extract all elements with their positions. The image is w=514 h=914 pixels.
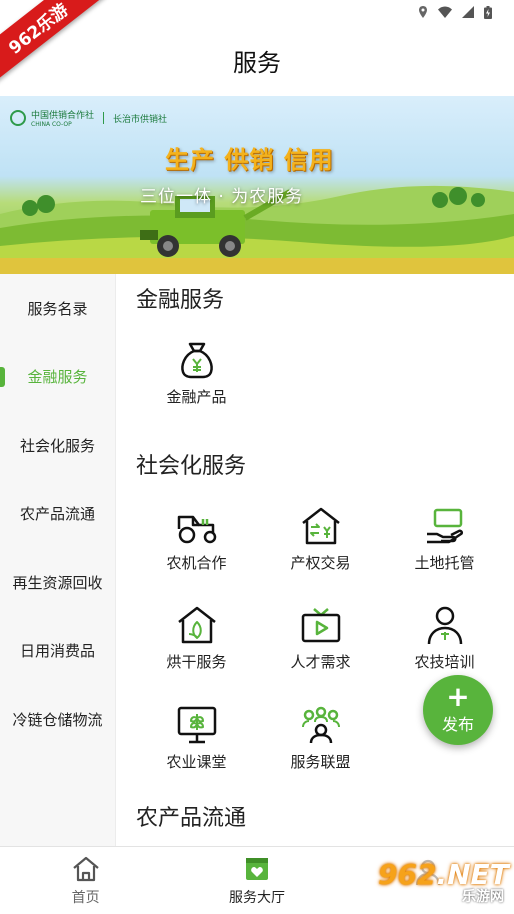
section-title-social: 社会化服务 xyxy=(136,454,247,479)
publish-label: 发布 xyxy=(441,715,474,734)
monitor-plant-icon xyxy=(175,703,219,747)
battery-icon xyxy=(484,5,492,19)
co-op-logo: 中国供销合作社 CHINA CO-OP 长治市供销社 xyxy=(10,108,167,128)
social-grid: 农机合作 产权交易 土地托管 烘干服务 人才需求 农技培训 农业课堂 服务联盟 xyxy=(136,494,514,792)
sidebar-item-circulation[interactable]: 农产品流通 xyxy=(0,480,115,549)
service-hall-icon xyxy=(245,857,268,880)
signal-icon xyxy=(462,6,474,18)
content-area: 服务名录 金融服务 社会化服务 农产品流通 再生资源回收 日用消费品 冷链仓储物… xyxy=(0,274,514,846)
property-exchange-icon xyxy=(299,504,343,548)
service-talent-demand[interactable]: 人才需求 xyxy=(257,593,384,685)
section-title-finance: 金融服务 xyxy=(136,288,225,313)
logo-subtext: CHINA CO-OP xyxy=(31,121,72,128)
sidebar-item-recycling[interactable]: 再生资源回收 xyxy=(0,548,115,617)
service-finance-products[interactable]: 金融产品 xyxy=(133,328,260,420)
group-icon xyxy=(299,703,343,747)
service-machinery-coop[interactable]: 农机合作 xyxy=(133,494,260,586)
sidebar-item-consumer-goods[interactable]: 日用消费品 xyxy=(0,617,115,686)
logo-text: 中国供销合作社 xyxy=(31,111,95,121)
drying-house-icon xyxy=(175,603,219,647)
tv-play-icon xyxy=(299,603,343,647)
banner-subline: 三位一体 · 为农服务 xyxy=(140,187,304,207)
service-land-trust[interactable]: 土地托管 xyxy=(381,494,508,586)
tab-service-hall[interactable]: 服务大厅 xyxy=(171,847,342,914)
money-bag-icon xyxy=(175,338,219,382)
co-op-emblem-icon xyxy=(10,110,26,126)
banner-headline: 生产 供销 信用 xyxy=(165,146,334,174)
page-title: 服务 xyxy=(233,48,281,77)
tractor-icon xyxy=(175,504,219,548)
tab-label: 首页 xyxy=(71,889,100,906)
org-name: 长治市供销社 xyxy=(113,114,168,125)
trainee-icon xyxy=(423,603,467,647)
service-agri-classroom[interactable]: 农业课堂 xyxy=(133,693,260,785)
service-drying[interactable]: 烘干服务 xyxy=(133,593,260,685)
publish-button[interactable]: + 发布 xyxy=(423,675,493,745)
sidebar-item-socialized[interactable]: 社会化服务 xyxy=(0,411,115,480)
service-alliance[interactable]: 服务联盟 xyxy=(257,693,384,785)
category-sidebar: 服务名录 金融服务 社会化服务 农产品流通 再生资源回收 日用消费品 冷链仓储物… xyxy=(0,274,116,846)
title-bar: 服务 xyxy=(0,24,514,96)
location-icon xyxy=(419,6,427,18)
service-property-exchange[interactable]: 产权交易 xyxy=(257,494,384,586)
section-title-circulation: 农产品流通 xyxy=(136,806,247,831)
sidebar-item-cold-chain[interactable]: 冷链仓储物流 xyxy=(0,685,115,754)
wifi-icon xyxy=(438,6,452,18)
service-agri-training[interactable]: 农技培训 xyxy=(381,593,508,685)
plus-icon: + xyxy=(446,680,470,713)
service-panel: 金融服务 金融产品 社会化服务 农机合作 产权交易 土地托管 烘干服务 人才需求… xyxy=(116,274,514,846)
sidebar-item-service-directory[interactable]: 服务名录 xyxy=(0,274,115,343)
land-trust-icon xyxy=(423,504,467,548)
service-label: 金融产品 xyxy=(166,388,227,406)
tab-home[interactable]: 首页 xyxy=(0,847,171,914)
sidebar-item-finance[interactable]: 金融服务 xyxy=(0,343,115,412)
tab-label: 服务大厅 xyxy=(228,889,285,906)
banner[interactable]: 中国供销合作社 CHINA CO-OP 长治市供销社 生产 供销 信用 三位一体… xyxy=(0,96,514,274)
finance-grid: 金融产品 xyxy=(136,328,514,440)
watermark-logo: 962.NET 乐游网 xyxy=(378,858,509,905)
home-icon xyxy=(72,856,99,881)
